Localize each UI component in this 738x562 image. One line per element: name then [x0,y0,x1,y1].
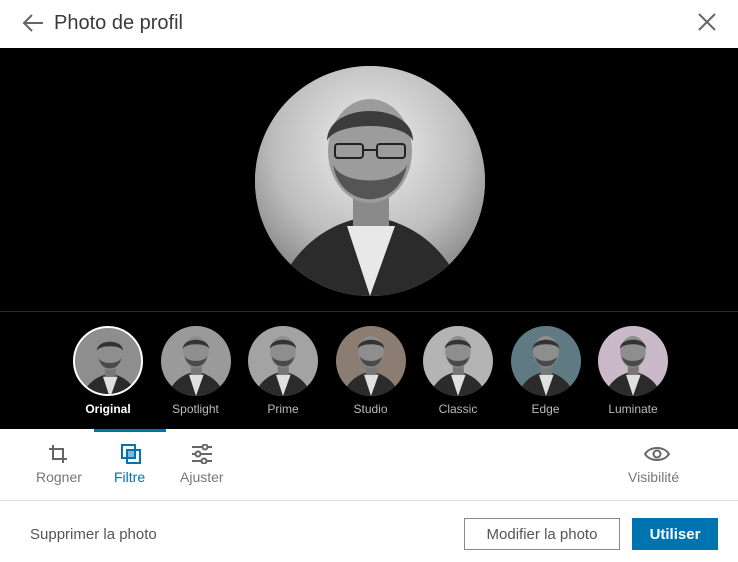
back-button[interactable] [18,10,48,36]
modal-header: Photo de profil [0,0,738,48]
portrait-image [255,66,485,296]
filter-thumbnail [248,326,318,396]
tab-filter[interactable]: Filtre [106,429,156,501]
arrow-left-icon [22,14,43,32]
filter-thumbnail [73,326,143,396]
filter-option[interactable]: Studio [331,326,411,421]
filter-option[interactable]: Classic [418,326,498,421]
edit-toolbar: Rogner Filtre Ajuster Visibilité [0,429,738,501]
filter-option[interactable]: Spotlight [156,326,236,421]
modify-photo-button[interactable]: Modifier la photo [464,518,620,550]
photo-stage [0,48,738,311]
profile-photo-preview[interactable] [255,66,485,296]
visibility-button[interactable]: Visibilité [622,429,692,501]
tab-crop[interactable]: Rogner [30,429,86,501]
filter-option[interactable]: Edge [506,326,586,421]
close-button[interactable] [694,9,720,35]
filter-thumbnail [423,326,493,396]
use-photo-button[interactable]: Utiliser [632,518,718,550]
filter-option[interactable]: Prime [243,326,323,421]
filter-strip: Original Spotlight Prime Studio Classic Edge L… [0,311,738,429]
tab-adjust[interactable]: Ajuster [176,429,230,501]
tab-crop-label: Rogner [36,469,82,485]
tab-filter-label: Filtre [114,469,146,485]
filter-label: Edge [531,402,560,416]
filter-thumbnail [598,326,668,396]
delete-photo-link[interactable]: Supprimer la photo [30,526,157,543]
filter-label: Luminate [608,402,658,416]
tab-adjust-label: Ajuster [180,469,224,485]
close-icon [698,13,716,31]
filter-option[interactable]: Original [68,326,148,421]
filter-thumbnail [335,326,406,396]
filter-label: Classic [438,402,478,416]
crop-icon [47,443,69,465]
filter-thumbnail [160,326,231,396]
filter-icon [120,443,142,465]
filter-label: Original [85,402,131,416]
filter-thumbnail [510,326,581,396]
visibility-label: Visibilité [628,469,680,485]
eye-icon [644,443,670,465]
page-title: Photo de profil [54,12,183,34]
filter-label: Studio [353,402,388,416]
filter-option[interactable]: Luminate [593,326,673,421]
filter-label: Spotlight [172,402,219,416]
sliders-icon [190,443,214,465]
filter-label: Prime [267,402,299,416]
modal-footer: Supprimer la photo Modifier la photo Uti… [0,502,738,562]
